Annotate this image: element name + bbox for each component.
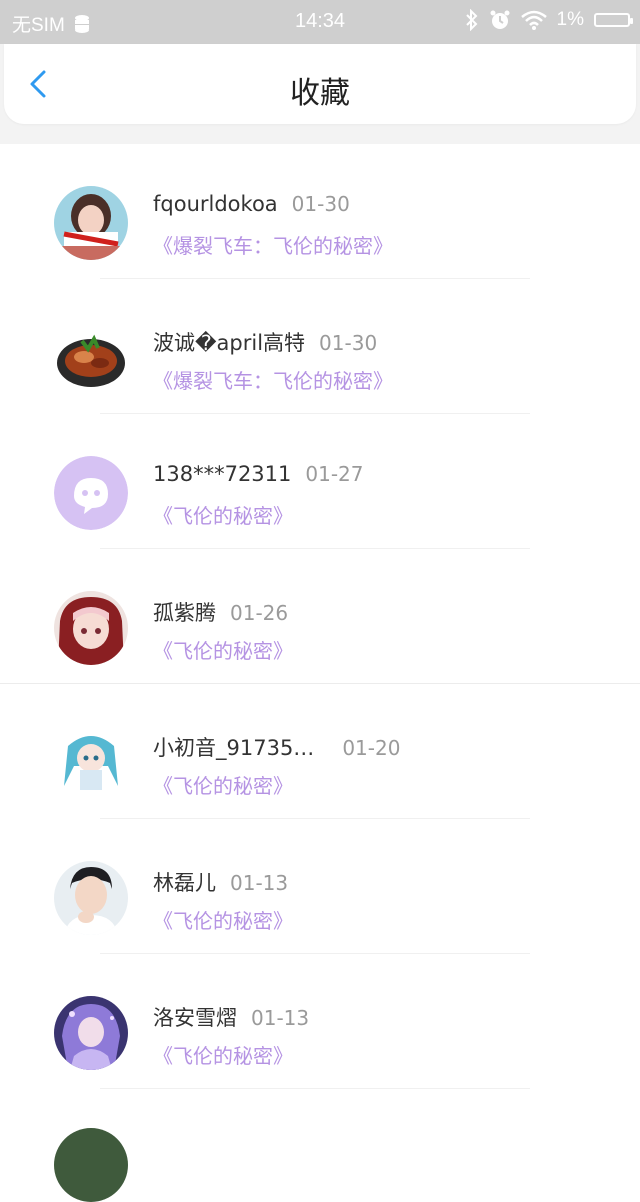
header-area: 收藏: [0, 44, 640, 144]
avatar-boy-photo-icon: [54, 861, 128, 935]
wifi-icon: [520, 10, 547, 30]
page-title: 收藏: [290, 76, 350, 111]
item-date: 01-13: [230, 871, 289, 895]
list-item[interactable]: 小初音_91735… 01-20 《飞伦的秘密》: [0, 684, 640, 819]
avatar-anime-miku-icon: [54, 726, 128, 800]
book-title[interactable]: 《飞伦的秘密》: [153, 635, 293, 664]
item-date: 01-13: [251, 1006, 310, 1030]
nav-bar: 收藏: [4, 44, 636, 124]
avatar[interactable]: [54, 186, 128, 260]
user-name: 洛安雪熠 01-13: [153, 1002, 309, 1032]
user-name: 138***72311 01-27: [153, 462, 364, 486]
alarm-icon: [490, 10, 510, 29]
user-name: 波诚�april高特 01-30: [153, 327, 377, 357]
user-name-text: 138***72311: [153, 462, 292, 486]
status-bar: 无SIM 14:34 1%: [0, 0, 640, 44]
avatar[interactable]: [54, 726, 128, 800]
user-name-text: 小初音_91735…: [153, 736, 315, 760]
avatar-anime-red-icon: [54, 591, 128, 665]
battery-icon: [594, 13, 633, 27]
avatar[interactable]: [54, 996, 128, 1070]
user-name: 小初音_91735… 01-20: [153, 732, 400, 762]
user-name-text: fqourldokoa: [153, 192, 278, 216]
item-date: 01-30: [319, 331, 378, 355]
user-name-text: 波诚�april高特: [153, 331, 306, 355]
book-title[interactable]: 《爆裂飞车：飞伦的秘密》: [153, 230, 393, 259]
book-title[interactable]: 《飞伦的秘密》: [153, 1040, 293, 1069]
avatar[interactable]: [54, 591, 128, 665]
list-item[interactable]: 138***72311 01-27 《飞伦的秘密》: [0, 414, 640, 549]
favorites-list: fqourldokoa 01-30 《爆裂飞车：飞伦的秘密》 波诚�april高特…: [0, 144, 640, 1089]
user-name-text: 孤紫腾: [153, 601, 216, 625]
user-name: fqourldokoa 01-30: [153, 192, 350, 216]
item-date: 01-27: [305, 462, 364, 486]
divider: [100, 1088, 530, 1089]
avatar-default-purple-icon: [54, 456, 128, 530]
user-name: 林磊儿 01-13: [153, 867, 288, 897]
list-item[interactable]: fqourldokoa 01-30 《爆裂飞车：飞伦的秘密》: [0, 144, 640, 279]
avatar[interactable]: [54, 861, 128, 935]
list-item[interactable]: 孤紫腾 01-26 《飞伦的秘密》: [0, 549, 640, 684]
bluetooth-icon: [465, 9, 477, 31]
user-name-text: 洛安雪熠: [153, 1006, 237, 1030]
user-name: 孤紫腾 01-26: [153, 597, 288, 627]
avatar[interactable]: [54, 1128, 128, 1202]
list-item[interactable]: 波诚�april高特 01-30 《爆裂飞车：飞伦的秘密》: [0, 279, 640, 414]
status-right: 1%: [465, 9, 633, 31]
battery-percent: 1%: [556, 9, 584, 30]
list-item[interactable]: 林磊儿 01-13 《飞伦的秘密》: [0, 819, 640, 954]
avatar-anime-purple-icon: [54, 996, 128, 1070]
avatar-girl-photo-icon: [54, 186, 128, 260]
item-date: 01-26: [230, 601, 289, 625]
book-title[interactable]: 《飞伦的秘密》: [153, 500, 293, 529]
item-date: 01-20: [342, 736, 401, 760]
book-title[interactable]: 《爆裂飞车：飞伦的秘密》: [153, 365, 393, 394]
avatar[interactable]: [54, 321, 128, 395]
avatar[interactable]: [54, 456, 128, 530]
user-name-text: 林磊儿: [153, 871, 216, 895]
book-title[interactable]: 《飞伦的秘密》: [153, 905, 293, 934]
avatar-food-icon: [54, 321, 128, 395]
list-item[interactable]: 洛安雪熠 01-13 《飞伦的秘密》: [0, 954, 640, 1089]
item-date: 01-30: [291, 192, 350, 216]
book-title[interactable]: 《飞伦的秘密》: [153, 770, 293, 799]
